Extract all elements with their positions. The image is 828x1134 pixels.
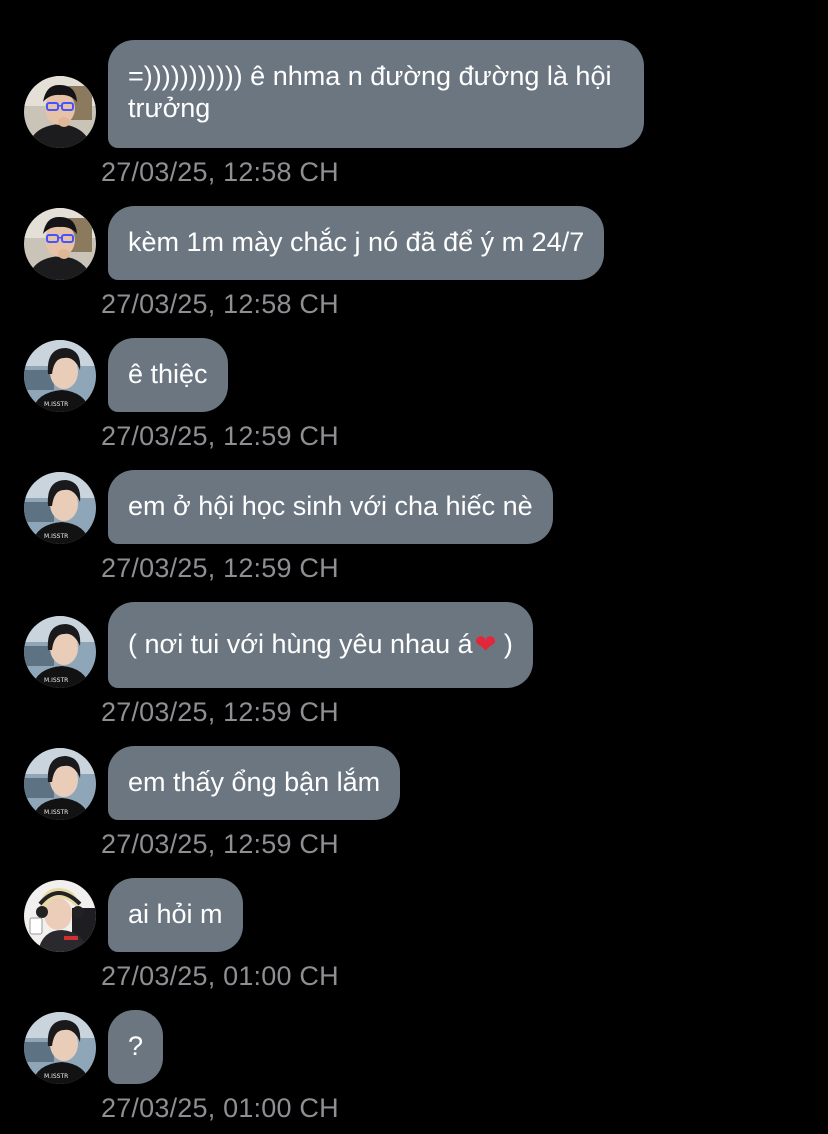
avatar-glasses-boy-icon [24, 76, 96, 148]
avatar[interactable] [24, 472, 96, 544]
message-text: kèm 1m mày chắc j nó đã để ý m 24/7 [128, 227, 585, 257]
avatar[interactable] [24, 748, 96, 820]
message-bubble[interactable]: ( nơi tui với hùng yêu nhau á❤ ) [108, 602, 533, 688]
message-text: ? [128, 1031, 144, 1061]
avatar-dark-hair-boy-icon [24, 340, 96, 412]
message-timestamp: 27/03/25, 12:59 CH [101, 553, 339, 583]
avatar-dark-hair-boy-icon [24, 616, 96, 688]
message-timestamp: 27/03/25, 12:59 CH [101, 829, 339, 859]
message-bubble[interactable]: ? [108, 1010, 164, 1084]
message-text: ê thiệc [128, 359, 208, 389]
message-timestamp: 27/03/25, 12:59 CH [101, 421, 339, 451]
message-text-end: ) [496, 629, 513, 659]
message-bubble[interactable]: =))))))))))) ê nhma n đường đường là hội… [108, 40, 644, 148]
avatar[interactable] [24, 340, 96, 412]
message-timestamp: 27/03/25, 12:58 CH [101, 157, 339, 187]
avatar-dark-hair-boy-icon [24, 1012, 96, 1084]
message-text: em ở hội học sinh với cha hiếc nè [128, 491, 533, 521]
avatar[interactable] [24, 76, 96, 148]
message-bubble[interactable]: em ở hội học sinh với cha hiếc nè [108, 470, 553, 544]
message-timestamp: 27/03/25, 01:00 CH [101, 961, 339, 991]
chat-thread: =))))))))))) ê nhma n đường đường là hội… [0, 0, 828, 1134]
message-timestamp: 27/03/25, 01:00 CH [101, 1093, 339, 1123]
avatar[interactable] [24, 1012, 96, 1084]
red-heart-icon: ❤ [474, 630, 497, 660]
avatar-blonde-headset-icon [24, 880, 96, 952]
message-bubble[interactable]: em thấy ổng bận lắm [108, 746, 401, 820]
message-timestamp: 27/03/25, 12:59 CH [101, 697, 339, 727]
avatar-glasses-boy-icon [24, 208, 96, 280]
message-text: ai hỏi m [128, 899, 223, 929]
message-text: =))))))))))) ê nhma n đường đường là hội… [128, 61, 612, 123]
message-text: ( nơi tui với hùng yêu nhau á [128, 629, 473, 659]
message-bubble[interactable]: ê thiệc [108, 338, 228, 412]
message-text: em thấy ổng bận lắm [128, 767, 381, 797]
message-timestamp: 27/03/25, 12:58 CH [101, 289, 339, 319]
avatar[interactable] [24, 616, 96, 688]
message-bubble[interactable]: kèm 1m mày chắc j nó đã để ý m 24/7 [108, 206, 605, 280]
avatar[interactable] [24, 880, 96, 952]
message-bubble[interactable]: ai hỏi m [108, 878, 243, 952]
avatar[interactable] [24, 208, 96, 280]
avatar-dark-hair-boy-icon [24, 748, 96, 820]
avatar-dark-hair-boy-icon [24, 472, 96, 544]
